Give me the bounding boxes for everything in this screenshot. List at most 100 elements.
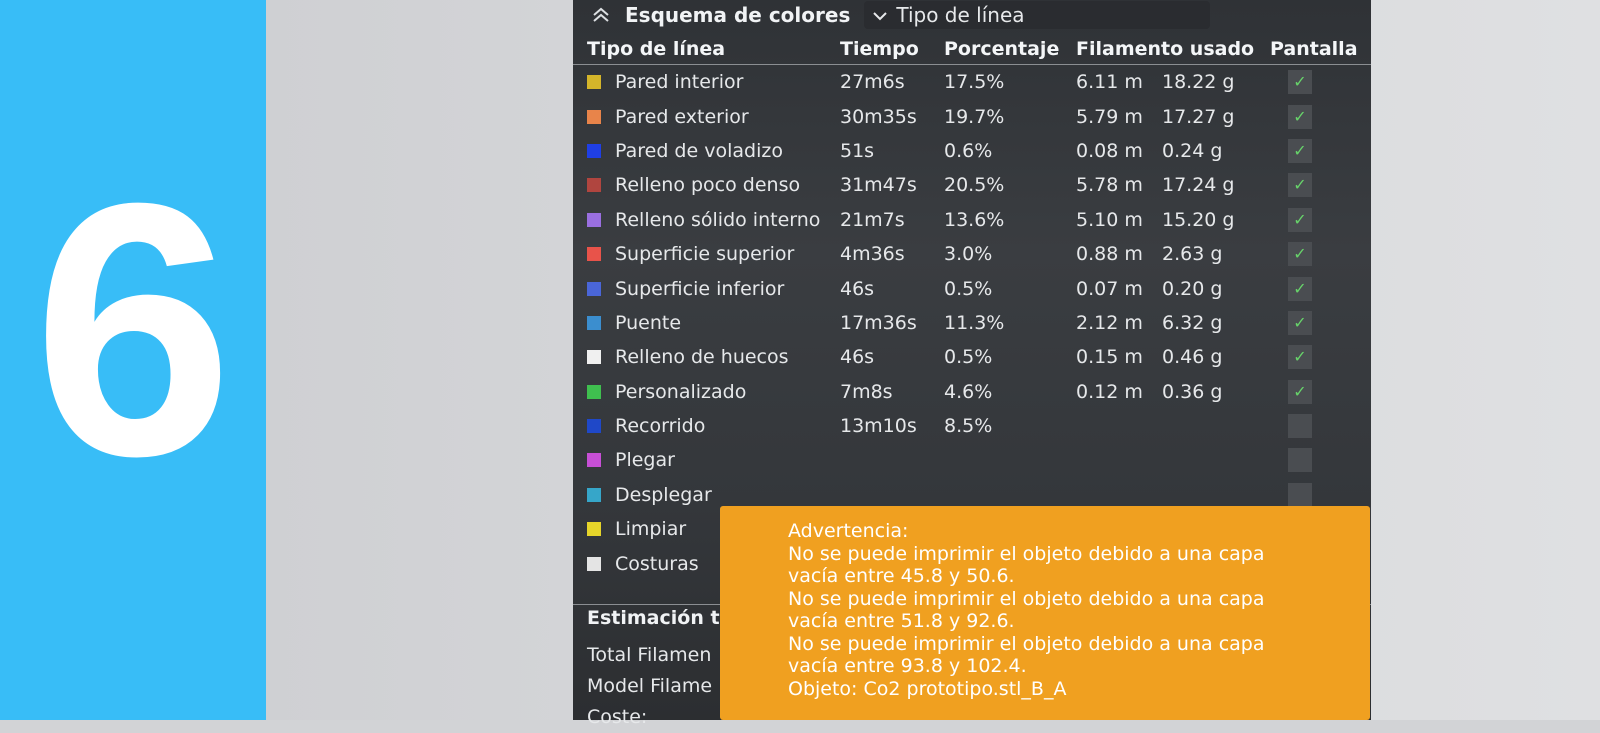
line-type-label: Limpiar: [615, 518, 687, 541]
filament-cell: 0.08 m 0.24 g: [1076, 140, 1270, 162]
filament-weight: 0.20 g: [1162, 277, 1223, 300]
color-swatch[interactable]: [587, 178, 601, 193]
line-type-label: Plegar: [615, 449, 675, 472]
table-header: Tipo de línea Tiempo Porcentaje Filament…: [573, 30, 1371, 65]
time-cell: 21m7s: [840, 208, 905, 231]
summary-list: Total Filamen Model Filame Coste:: [587, 640, 712, 733]
line-type-label: Relleno de huecos: [615, 346, 789, 369]
line-type-label: Relleno poco denso: [615, 174, 801, 197]
line-type-cell: Personalizado: [573, 381, 840, 403]
line-type-cell: Relleno de huecos: [573, 346, 840, 368]
filament-weight: 18.22 g: [1162, 71, 1235, 94]
time-cell: 17m36s: [840, 311, 917, 334]
color-swatch[interactable]: [587, 315, 601, 330]
line-type-label: Personalizado: [615, 380, 747, 403]
color-swatch[interactable]: [587, 522, 601, 537]
display-checkbox[interactable]: ✓: [1288, 379, 1312, 404]
filament-cell: 0.07 m 0.20 g: [1076, 278, 1270, 300]
display-checkbox[interactable]: ✓: [1288, 173, 1312, 198]
filament-length: 5.78 m: [1076, 174, 1143, 197]
estimate-title: Estimación to: [587, 607, 733, 629]
display-cell: ✓: [1270, 276, 1370, 301]
display-cell: ✓: [1270, 173, 1370, 198]
color-swatch[interactable]: [587, 281, 601, 296]
percent-cell: 0.5%: [944, 277, 993, 300]
filament-cell: 0.12 m 0.36 g: [1076, 381, 1270, 403]
percent-cell: 4.6%: [944, 380, 993, 403]
header-display: Pantalla: [1270, 38, 1358, 60]
table-row: Plegar ✓: [573, 443, 1371, 477]
filament-length: 0.15 m: [1076, 346, 1143, 369]
filament-cell: [1076, 484, 1270, 506]
color-swatch[interactable]: [587, 384, 601, 399]
time-cell: 4m36s: [840, 243, 905, 266]
display-checkbox[interactable]: ✓: [1288, 207, 1312, 232]
display-checkbox[interactable]: ✓: [1288, 310, 1312, 335]
color-swatch[interactable]: [587, 109, 601, 124]
display-checkbox[interactable]: ✓: [1288, 276, 1312, 301]
warning-text: Advertencia: No se puede imprimir el obj…: [788, 520, 1265, 700]
time-cell: 27m6s: [840, 71, 905, 94]
header-time: Tiempo: [840, 38, 919, 60]
percent-cell: 0.6%: [944, 139, 993, 162]
line-type-cell: Superficie inferior: [573, 278, 840, 300]
time-cell: 13m10s: [840, 415, 917, 438]
filament-weight: 15.20 g: [1162, 208, 1235, 231]
line-type-cell: Superficie superior: [573, 243, 840, 265]
panel-title: Esquema de colores: [625, 3, 851, 27]
collapse-chevron-up-icon[interactable]: [589, 3, 613, 27]
percent-cell: 19.7%: [944, 105, 1005, 128]
line-type-dropdown[interactable]: Tipo de línea: [864, 1, 1211, 29]
percent-cell: 17.5%: [944, 71, 1005, 94]
step-number: 6: [32, 129, 234, 531]
color-swatch[interactable]: [587, 487, 601, 502]
line-type-label: Superficie superior: [615, 243, 795, 266]
display-checkbox[interactable]: ✓: [1288, 70, 1312, 95]
filament-weight: 6.32 g: [1162, 311, 1223, 334]
display-checkbox[interactable]: ✓: [1288, 482, 1312, 507]
percent-cell: 3.0%: [944, 243, 993, 266]
time-cell: 30m35s: [840, 105, 917, 128]
display-checkbox[interactable]: ✓: [1288, 104, 1312, 129]
percent-cell: 13.6%: [944, 208, 1005, 231]
warning-line: Objeto: Co2 prototipo.stl_B_A: [788, 677, 1067, 700]
line-type-cell: Puente: [573, 312, 840, 334]
filament-length: 0.08 m: [1076, 139, 1143, 162]
display-checkbox[interactable]: ✓: [1288, 242, 1312, 267]
filament-weight: 0.24 g: [1162, 139, 1223, 162]
percent-cell: 20.5%: [944, 174, 1005, 197]
color-swatch[interactable]: [587, 556, 601, 571]
chevron-down-icon: [872, 6, 888, 25]
color-swatch[interactable]: [587, 143, 601, 158]
table-row: Pared de voladizo 51s 0.6% 0.08 m 0.24 g ✓: [573, 134, 1371, 168]
display-cell: ✓: [1270, 138, 1370, 163]
summary-model-filament: Model Filame: [587, 675, 713, 697]
warning-line: vacía entre 45.8 y 50.6.: [788, 565, 1015, 587]
percent-cell: 0.5%: [944, 346, 993, 369]
color-swatch[interactable]: [587, 75, 601, 90]
color-swatch[interactable]: [587, 212, 601, 227]
color-swatch[interactable]: [587, 350, 601, 365]
display-cell: ✓: [1270, 104, 1370, 129]
filament-weight: 2.63 g: [1162, 243, 1223, 266]
percent-cell: 11.3%: [944, 311, 1005, 334]
display-cell: ✓: [1270, 448, 1370, 473]
table-row: Puente 17m36s 11.3% 2.12 m 6.32 g ✓: [573, 306, 1371, 340]
table-row: Superficie inferior 46s 0.5% 0.07 m 0.20 g ✓: [573, 271, 1371, 305]
color-swatch[interactable]: [587, 453, 601, 468]
filament-weight: 0.46 g: [1162, 346, 1223, 369]
display-checkbox[interactable]: ✓: [1288, 138, 1312, 163]
display-checkbox[interactable]: ✓: [1288, 345, 1312, 370]
display-checkbox[interactable]: ✓: [1288, 448, 1312, 473]
line-type-label: Pared interior: [615, 71, 744, 94]
header-filament: Filamento usado: [1076, 38, 1255, 60]
display-checkbox[interactable]: ✓: [1288, 414, 1312, 439]
line-type-label: Puente: [615, 311, 682, 334]
display-cell: ✓: [1270, 345, 1370, 370]
time-cell: 31m47s: [840, 174, 917, 197]
filament-length: 2.12 m: [1076, 311, 1143, 334]
table-row: Relleno poco denso 31m47s 20.5% 5.78 m 17.24…: [573, 168, 1371, 202]
color-swatch[interactable]: [587, 247, 601, 262]
table-row: Pared interior 27m6s 17.5% 6.11 m 18.22 g ✓: [573, 65, 1371, 99]
color-swatch[interactable]: [587, 419, 601, 434]
